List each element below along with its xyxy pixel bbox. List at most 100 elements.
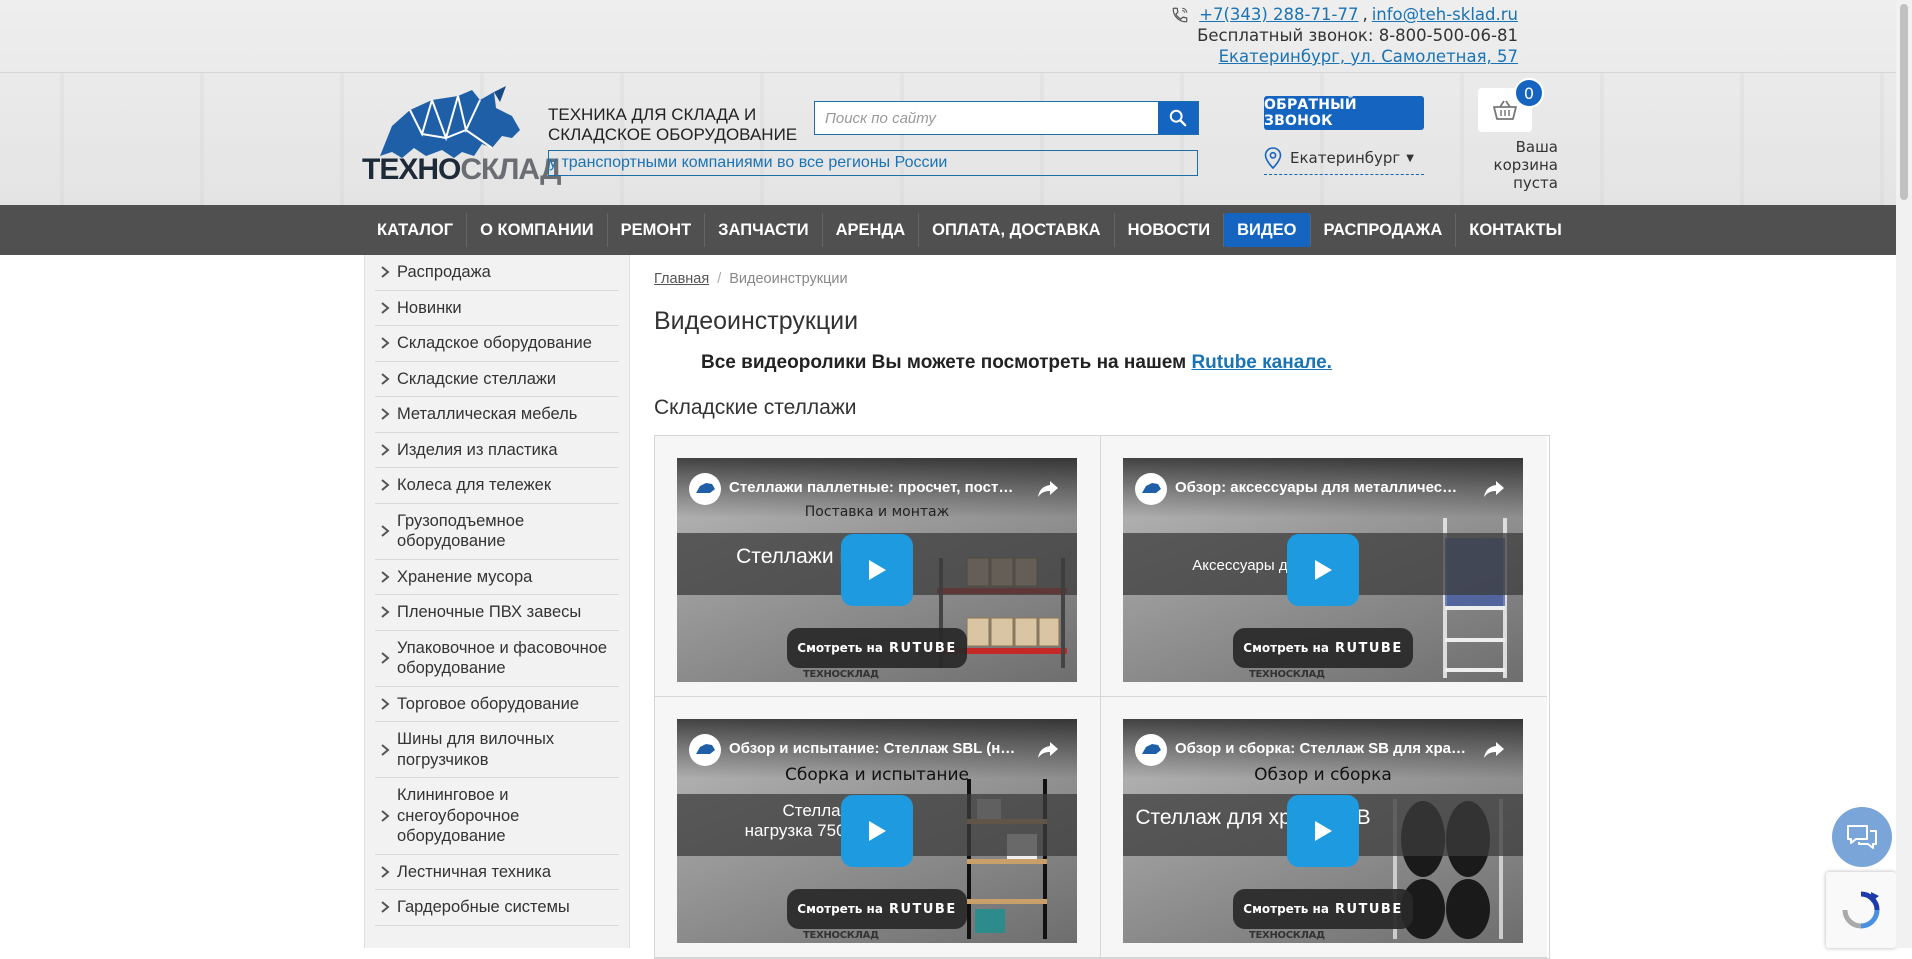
chevron-right-icon (381, 865, 390, 878)
channel-avatar[interactable] (689, 473, 721, 505)
sidebar-item[interactable]: Лестничная техника (375, 855, 619, 890)
email-link[interactable]: info@teh-sklad.ru (1372, 4, 1518, 25)
nav-item-6[interactable]: НОВОСТИ (1115, 213, 1225, 247)
rhino-logo-icon (1142, 483, 1161, 493)
channel-avatar[interactable] (689, 734, 721, 766)
video-caption-text: Стеллажи нагрузка 750 кг лаж (744, 801, 900, 840)
sidebar-item[interactable]: Распродажа (375, 255, 619, 291)
play-button[interactable] (1287, 534, 1359, 606)
callback-button[interactable]: ОБРАТНЫЙ ЗВОНОК (1264, 96, 1424, 130)
video-player[interactable]: Обзор и сборка: Стеллаж SB для хра… Обзор… (1123, 719, 1523, 943)
watch-on-rutube-button[interactable]: Смотреть на RUTUBE (787, 889, 967, 929)
sidebar-item-label: Новинки (397, 298, 462, 317)
video-subtitle: Обзор и сборка (1254, 765, 1392, 785)
search-input[interactable] (815, 102, 1158, 134)
phone-icon (1172, 7, 1188, 22)
breadcrumb-current: Видеоинструкции (729, 271, 848, 287)
sidebar-item[interactable]: Складские стеллажи (375, 362, 619, 397)
share-icon[interactable] (1483, 740, 1505, 760)
scrollbar-thumb[interactable] (1900, 4, 1908, 200)
share-icon[interactable] (1037, 479, 1059, 499)
nav-item-4[interactable]: АРЕНДА (823, 213, 920, 247)
chevron-right-icon (381, 301, 390, 314)
sidebar-item-label: Распродажа (397, 263, 491, 281)
video-player[interactable]: Обзор: аксессуары для металличес… Аксессу… (1123, 458, 1523, 682)
sidebar-item[interactable]: Изделия из пластика (375, 433, 619, 468)
sidebar-item-label: Лестничная техника (397, 862, 552, 881)
chevron-right-icon (381, 408, 390, 421)
chevron-right-icon (381, 901, 390, 914)
video-player[interactable]: Стеллажи паллетные: просчет, пост… Постав… (677, 458, 1077, 682)
breadcrumb: Главная / Видеоинструкции (654, 271, 848, 287)
nav-item-9[interactable]: КОНТАКТЫ (1456, 213, 1575, 247)
watch-on-rutube-button[interactable]: Смотреть на RUTUBE (787, 628, 967, 668)
sidebar-item[interactable]: Хранение мусора (375, 560, 619, 595)
city-selector[interactable]: Екатеринбург ▼ (1264, 142, 1424, 175)
sidebar-item-label: Торговое оборудование (397, 694, 580, 713)
video-title[interactable]: Обзор и сборка: Стеллаж SB для хра… (1175, 740, 1475, 757)
video-title[interactable]: Стеллажи паллетные: просчет, пост… (729, 479, 1029, 496)
recaptcha-badge[interactable] (1826, 872, 1896, 948)
sidebar-item-label: Шины для вилочных погрузчиков (397, 730, 555, 769)
nav-item-2[interactable]: РЕМОНТ (608, 213, 706, 247)
sidebar-item[interactable]: Упаковочное и фасовочное оборудование (375, 631, 619, 687)
sidebar-item[interactable]: Металлическая мебель (375, 397, 619, 433)
chevron-right-icon (381, 443, 390, 456)
breadcrumb-home-link[interactable]: Главная (654, 271, 709, 287)
sidebar-item[interactable]: Пленочные ПВХ завесы (375, 595, 619, 631)
logo-part-dark: ТЕХНО (362, 153, 461, 186)
sidebar-item[interactable]: Складское оборудование (375, 326, 619, 362)
search-box (814, 101, 1199, 135)
sidebar-item[interactable]: Новинки (375, 291, 619, 326)
sidebar-item-label: Пленочные ПВХ завесы (397, 603, 582, 621)
sidebar-item[interactable]: Грузоподъемное оборудование (375, 504, 619, 560)
nav-item-5[interactable]: ОПЛАТА, ДОСТАВКА (919, 213, 1115, 247)
play-button[interactable] (841, 795, 913, 867)
watch-on-label: Смотреть на (797, 641, 883, 655)
news-ticker: у транспортными компаниями во все регион… (548, 150, 1198, 176)
nav-item-3[interactable]: ЗАПЧАСТИ (705, 213, 823, 247)
play-icon (869, 560, 886, 580)
play-button[interactable] (841, 534, 913, 606)
video-watermark: ТЕХНОСКЛАД (803, 669, 879, 680)
logo-wordmark[interactable]: ТЕХНОСКЛАД (362, 153, 562, 187)
watch-on-rutube-button[interactable]: Смотреть на RUTUBE (1233, 889, 1413, 929)
sidebar-item-label: Хранение мусора (397, 567, 533, 586)
channel-avatar[interactable] (1135, 734, 1167, 766)
cart-widget[interactable]: 0 (1476, 78, 1544, 138)
phone-link[interactable]: +7(343) 288-71-77 (1199, 4, 1358, 25)
share-icon[interactable] (1483, 479, 1505, 499)
chevron-right-icon (381, 697, 390, 710)
nav-item-1[interactable]: О КОМПАНИИ (467, 213, 608, 247)
sidebar-item[interactable]: Колеса для тележек (375, 468, 619, 504)
nav-item-0[interactable]: КАТАЛОГ (364, 213, 468, 247)
address-link[interactable]: Екатеринбург, ул. Самолетная, 57 (1219, 47, 1518, 66)
video-title[interactable]: Обзор и испытание: Стеллаж SBL (н… (729, 740, 1029, 757)
channel-avatar[interactable] (1135, 473, 1167, 505)
chevron-down-icon: ▼ (1406, 152, 1414, 164)
slogan-line-2: СКЛАДСКОЕ ОБОРУДОВАНИЕ (548, 125, 798, 144)
sidebar-item[interactable]: Шины для вилочных погрузчиков (375, 722, 619, 778)
sidebar-item[interactable]: Клининговое и снегоуборочное оборудовани… (375, 778, 619, 855)
rutube-wordmark: RUTUBE (1334, 901, 1403, 917)
nav-item-7[interactable]: ВИДЕО (1224, 213, 1311, 247)
play-icon (869, 821, 886, 841)
page-scrollbar[interactable] (1896, 0, 1912, 948)
sidebar-item-label: Складское оборудование (397, 334, 592, 352)
video-cell: Обзор и сборка: Стеллаж SB для хра… Обзор… (1101, 697, 1547, 958)
share-icon[interactable] (1037, 740, 1059, 760)
chevron-right-icon (381, 337, 390, 350)
search-button[interactable] (1158, 102, 1198, 134)
sidebar-item[interactable]: Торговое оборудование (375, 687, 619, 722)
watch-on-rutube-button[interactable]: Смотреть на RUTUBE (1233, 628, 1413, 668)
chat-widget-button[interactable] (1832, 807, 1892, 867)
video-player[interactable]: Обзор и испытание: Стеллаж SBL (н… Сборка… (677, 719, 1077, 943)
nav-item-8[interactable]: РАСПРОДАЖА (1311, 213, 1457, 247)
video-title[interactable]: Обзор: аксессуары для металличес… (1175, 479, 1475, 496)
play-button[interactable] (1287, 795, 1359, 867)
rutube-channel-link[interactable]: Rutube канале. (1191, 352, 1332, 373)
rutube-wordmark: RUTUBE (888, 901, 957, 917)
sidebar-item-label: Клининговое и снегоуборочное оборудовани… (397, 786, 520, 845)
header-divider (0, 72, 1896, 73)
sidebar-item[interactable]: Гардеробные системы (375, 890, 619, 926)
